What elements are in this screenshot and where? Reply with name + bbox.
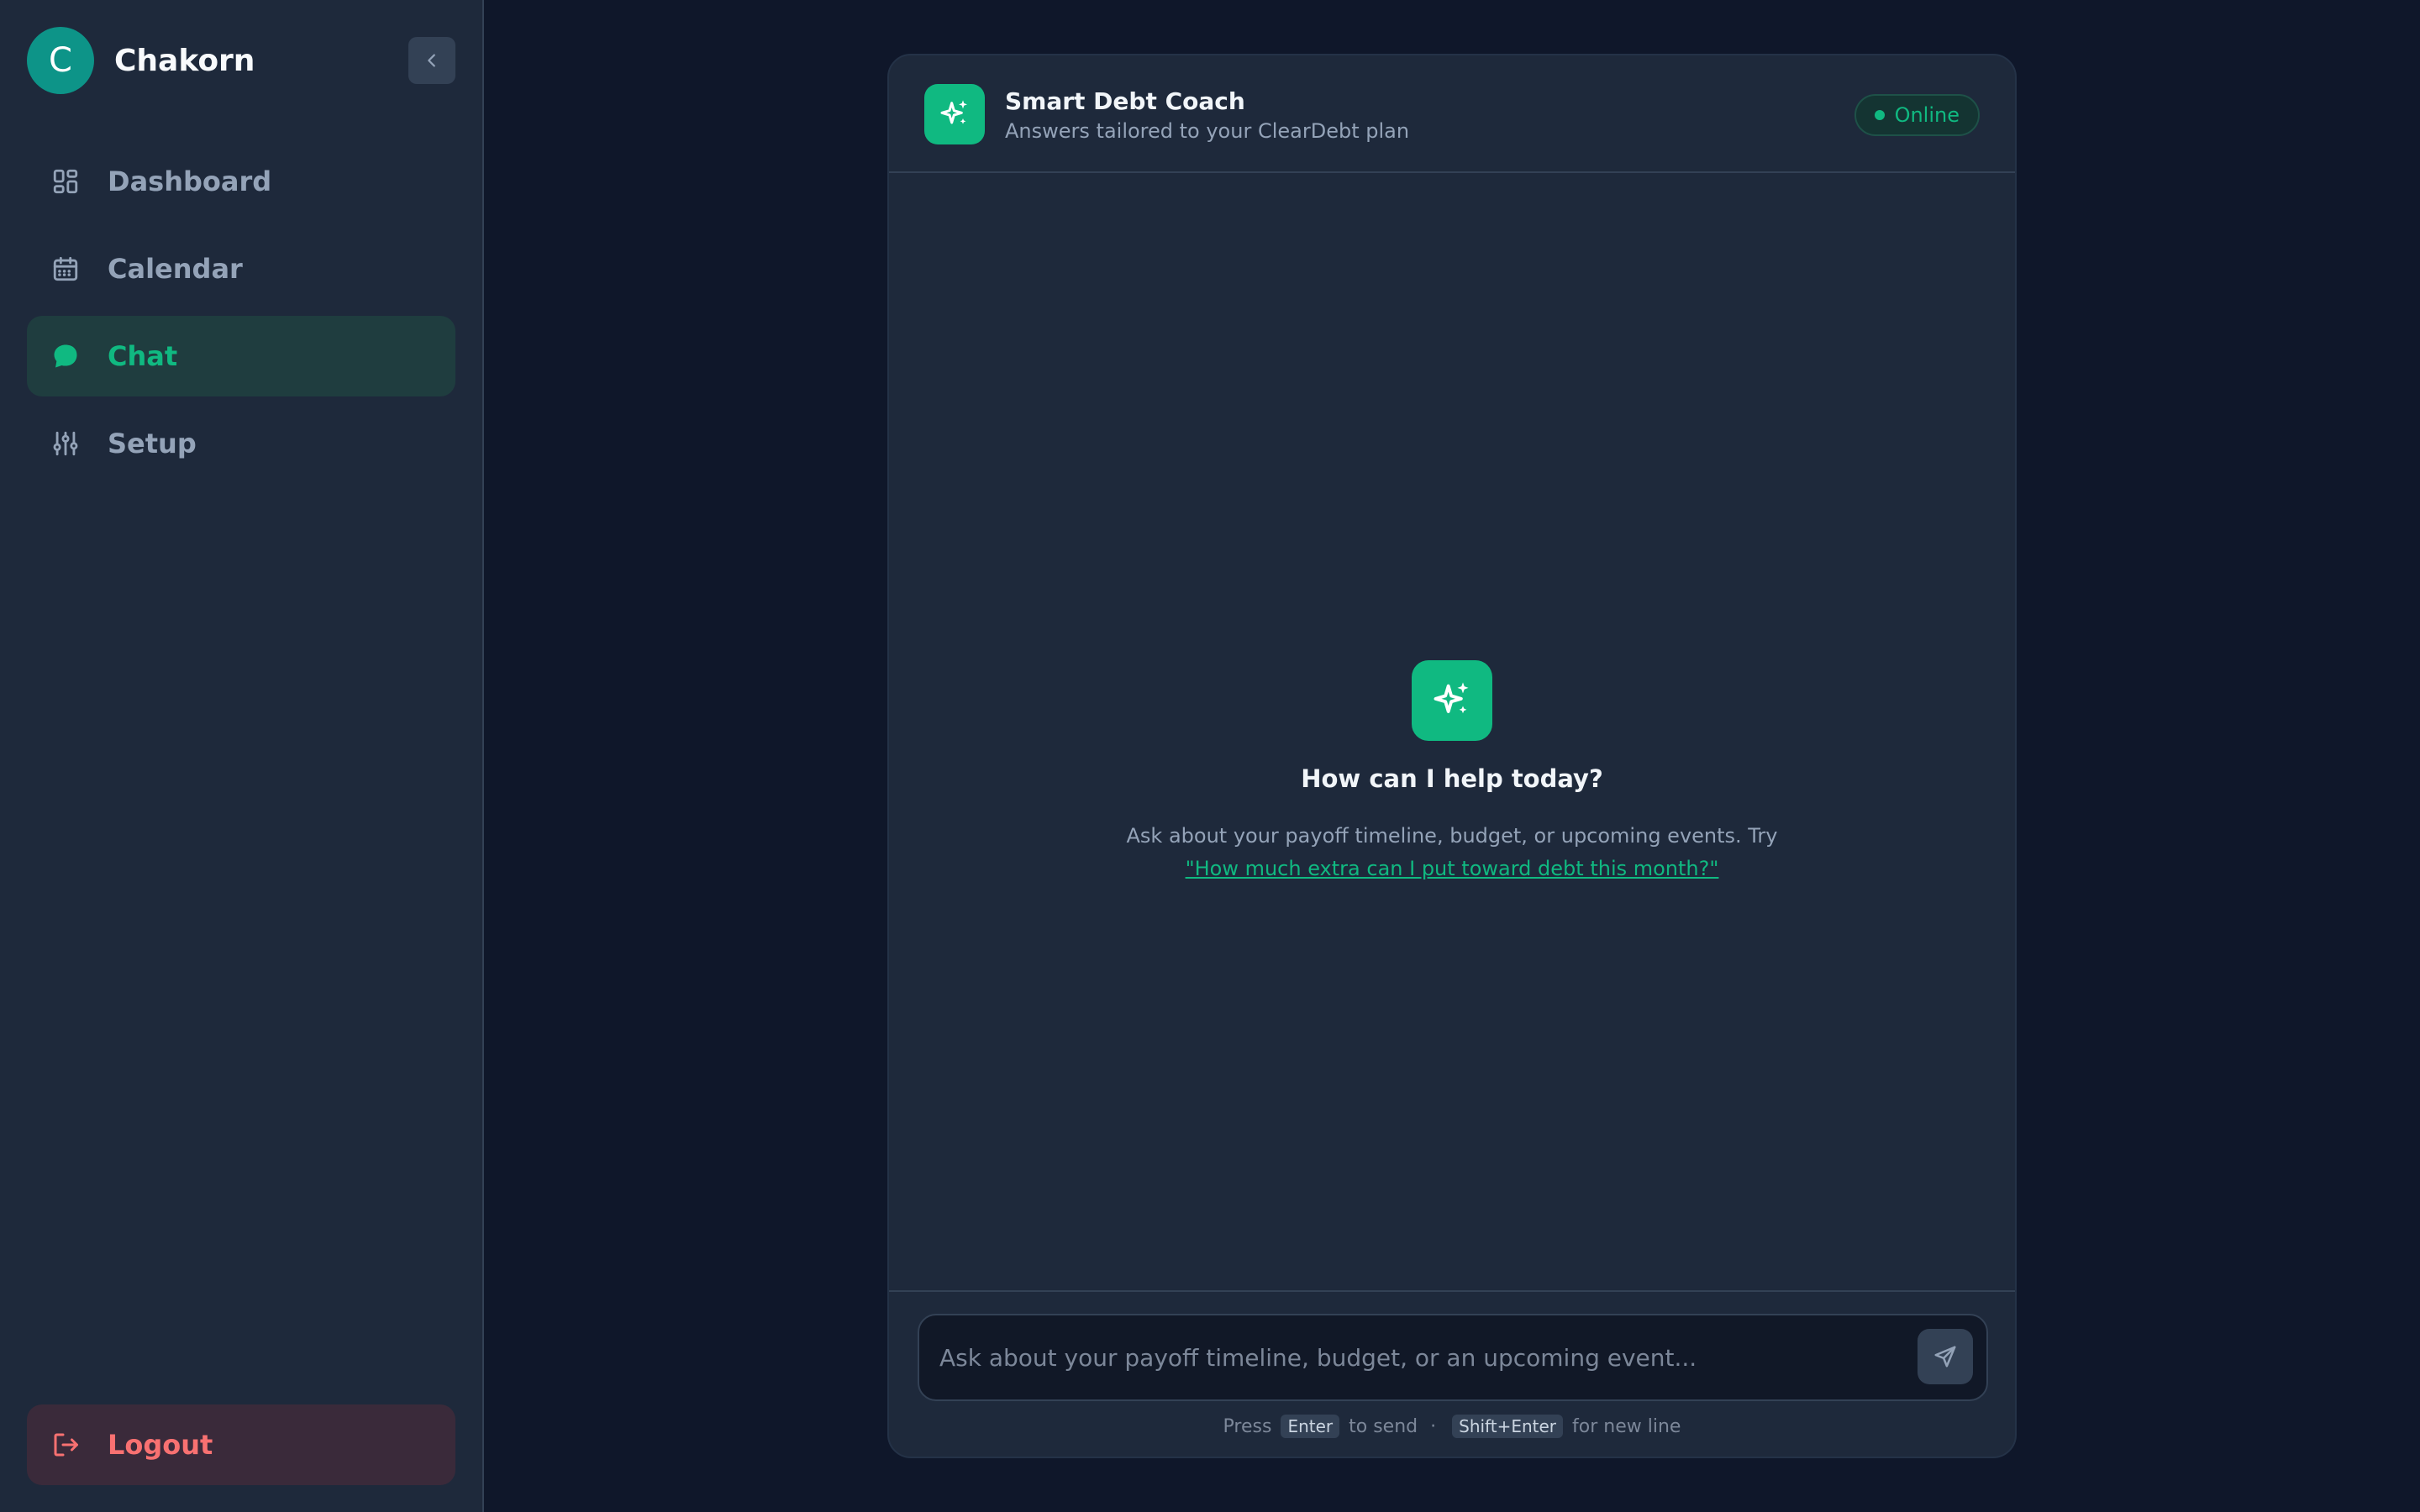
- collapse-sidebar-button[interactable]: [408, 37, 455, 84]
- status-dot-icon: [1874, 110, 1885, 120]
- bot-avatar: [924, 84, 985, 144]
- status-label: Online: [1894, 103, 1960, 127]
- keyboard-hint: Press Enter to send · Shift+Enter for ne…: [889, 1415, 2015, 1438]
- logout-button[interactable]: Logout: [27, 1404, 455, 1485]
- hint-press: Press: [1223, 1416, 1272, 1437]
- sliders-icon: [49, 427, 82, 460]
- sidebar-item-chat[interactable]: Chat: [27, 316, 455, 396]
- calendar-icon: [49, 252, 82, 286]
- sidebar-nav: Dashboard Calendar Chat Setup: [27, 141, 455, 491]
- hint-separator: ·: [1430, 1416, 1437, 1437]
- hint-new-line: for new line: [1572, 1416, 1681, 1437]
- sidebar-item-label: Setup: [108, 428, 197, 459]
- app-root: C Chakorn Dashboard Calendar Chat Setup …: [0, 0, 2420, 1512]
- user-name: Chakorn: [114, 43, 255, 78]
- empty-state-description: Ask about your payoff timeline, budget, …: [889, 820, 2015, 885]
- sparkles-icon: [1434, 682, 1469, 714]
- chat-subtitle: Answers tailored to your ClearDebt plan: [1005, 119, 1410, 143]
- empty-state-text: Ask about your payoff timeline, budget, …: [1126, 824, 1778, 848]
- chevron-left-icon: [428, 54, 435, 67]
- chat-panel: Smart Debt Coach Answers tailored to you…: [887, 54, 2017, 1458]
- composer: [918, 1314, 1988, 1401]
- sidebar-item-label: Calendar: [108, 253, 243, 285]
- chat-input[interactable]: [939, 1315, 1914, 1399]
- send-icon: [1934, 1346, 1956, 1368]
- avatar[interactable]: C: [27, 27, 94, 94]
- enter-key-badge: Enter: [1281, 1415, 1340, 1438]
- suggested-prompt-link[interactable]: "How much extra can I put toward debt th…: [1186, 857, 1719, 880]
- sidebar-item-label: Dashboard: [108, 165, 272, 197]
- brand: C Chakorn: [27, 27, 255, 94]
- status-badge: Online: [1854, 94, 1980, 136]
- send-button[interactable]: [1918, 1329, 1973, 1384]
- sidebar-item-calendar[interactable]: Calendar: [27, 228, 455, 309]
- chat-header: Smart Debt Coach Answers tailored to you…: [889, 55, 2015, 173]
- chat-title: Smart Debt Coach: [1005, 87, 1245, 115]
- logout-icon: [49, 1428, 82, 1462]
- logout-label: Logout: [108, 1429, 213, 1461]
- shift-enter-key-badge: Shift+Enter: [1452, 1415, 1564, 1438]
- empty-state-badge: [1412, 660, 1492, 741]
- dashboard-grid-icon: [49, 165, 82, 198]
- sparkles-icon: [940, 100, 967, 124]
- empty-state: How can I help today? Ask about your pay…: [889, 660, 2015, 885]
- hint-to-send: to send: [1349, 1416, 1418, 1437]
- sidebar-item-setup[interactable]: Setup: [27, 403, 455, 484]
- chat-bubble-icon: [49, 339, 82, 373]
- sidebar: C Chakorn Dashboard Calendar Chat Setup …: [0, 0, 484, 1512]
- empty-state-title: How can I help today?: [1301, 764, 1603, 793]
- composer-area: Press Enter to send · Shift+Enter for ne…: [889, 1290, 2015, 1457]
- sidebar-item-dashboard[interactable]: Dashboard: [27, 141, 455, 222]
- sidebar-item-label: Chat: [108, 340, 178, 372]
